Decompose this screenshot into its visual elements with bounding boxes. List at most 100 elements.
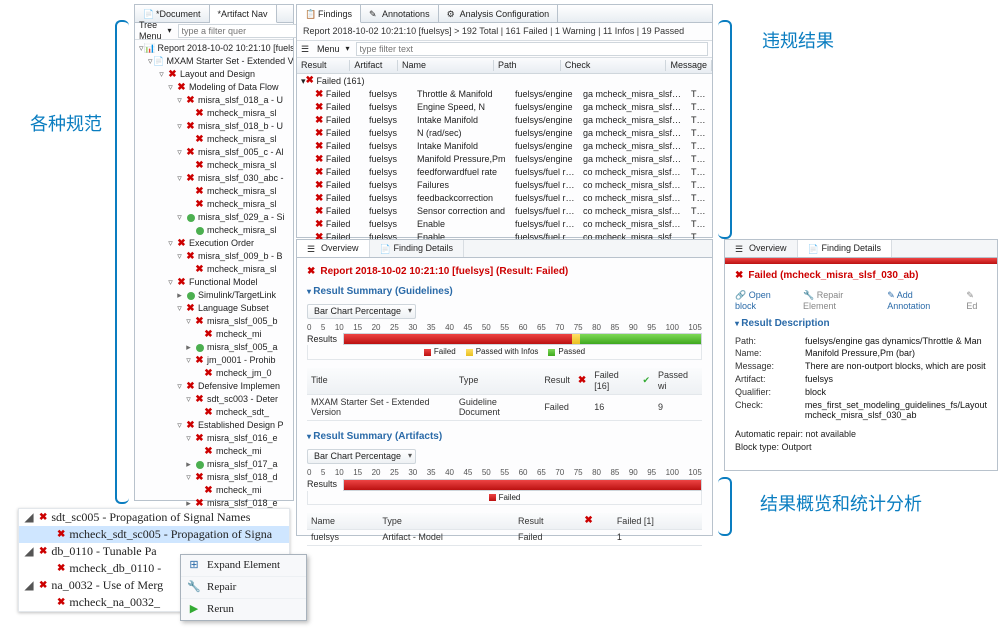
section-result-desc[interactable]: Result Description (735, 318, 987, 330)
finding-row[interactable]: ✖ Failedfuelsysfeedbackcorrectionfuelsys… (297, 192, 712, 205)
tree-item[interactable]: ▸misra_slsf_017_a (135, 458, 293, 471)
tree-item[interactable]: ▿✖Layout and Design (135, 68, 293, 81)
tree-item[interactable]: ▿✖Established Design P (135, 419, 293, 432)
details-icon: 📄 (380, 244, 390, 254)
breadcrumb: Report 2018-10-02 10:21:10 [fuelsys] > 1… (297, 23, 712, 41)
x-icon: ✖ (203, 368, 214, 379)
tree-item[interactable]: ▸misra_slsf_005_a (135, 341, 293, 354)
menu-rerun[interactable]: ▶Rerun (181, 599, 306, 620)
menu-repair[interactable]: 🔧Repair (181, 577, 306, 599)
g-icon (194, 342, 205, 353)
callout-bottom-right: 结果概览和统计分析 (760, 495, 922, 513)
chart-type-dropdown2[interactable]: Bar Chart Percentage (307, 449, 416, 464)
tree-item[interactable]: ▿✖jm_0001 - Prohib (135, 354, 293, 367)
tree-item[interactable]: ▿✖misra_slsf_016_e (135, 432, 293, 445)
findings-filter-input[interactable] (356, 42, 708, 56)
tree-filter-input[interactable] (178, 24, 303, 38)
tree-item[interactable]: ✖mcheck_jm_0 (135, 367, 293, 380)
finding-row[interactable]: ✖ FailedfuelsysN (rad/sec)fuelsys/engine… (297, 127, 712, 140)
tree-item[interactable]: ▿✖misra_slsf_009_b - B (135, 250, 293, 263)
menu-expand[interactable]: ⊞Expand Element (181, 555, 306, 577)
x-icon: ✖ (194, 433, 205, 444)
tree-item[interactable]: ▿✖sdt_sc003 - Deter (135, 393, 293, 406)
zoom-item[interactable]: ◢✖sdt_sc005 - Propagation of Signal Name… (19, 509, 289, 526)
open-block-action[interactable]: 🔗 Open block (735, 290, 793, 312)
group-failed[interactable]: ▾✖ Failed (161) (297, 74, 712, 88)
x-icon: ✖ (185, 251, 196, 262)
x-icon: ✖ (176, 82, 187, 93)
config-icon: ⚙ (447, 9, 457, 19)
x-icon: ✖ (185, 420, 196, 431)
zoom-item[interactable]: ✖mcheck_sdt_sc005 - Propagation of Signa (19, 526, 289, 543)
tree-item[interactable]: ▿✖misra_slsf_018_d (135, 471, 293, 484)
tree-item[interactable]: ✖mcheck_mi (135, 328, 293, 341)
finding-row[interactable]: ✖ FailedfuelsysFailuresfuelsys/fuel rate… (297, 179, 712, 192)
tree-item[interactable]: ✖mcheck_mi (135, 484, 293, 497)
findings-icon: 📋 (305, 9, 315, 19)
tree-item[interactable]: ▿✖misra_slsf_005_b (135, 315, 293, 328)
tree-item[interactable]: ▿✖misra_slsf_005_c - Al (135, 146, 293, 159)
tab-artifact-nav[interactable]: *Artifact Nav (210, 5, 277, 23)
menu-icon[interactable]: ☰ (301, 44, 311, 54)
doc-icon: 📄 (143, 9, 153, 19)
dtab-overview[interactable]: ☰Overview (725, 240, 798, 257)
finding-row[interactable]: ✖ FailedfuelsysEngine Speed, Nfuelsys/en… (297, 101, 712, 114)
x-icon: ✖ (194, 199, 205, 210)
section-guidelines[interactable]: Result Summary (Guidelines) (307, 286, 702, 298)
tree-item[interactable]: ✖mcheck_misra_sl (135, 185, 293, 198)
tree-item[interactable]: ▿misra_slsf_029_a - Si (135, 211, 293, 224)
x-icon: ✖ (735, 270, 743, 282)
finding-row[interactable]: ✖ FailedfuelsysEnablefuelsys/fuel rateco… (297, 218, 712, 231)
tree-item[interactable]: ✖mcheck_misra_sl (135, 133, 293, 146)
tree-item[interactable]: ▿✖Language Subset (135, 302, 293, 315)
tab-analysis-config[interactable]: ⚙Analysis Configuration (439, 5, 559, 22)
subtab-overview[interactable]: ☰Overview (297, 240, 370, 257)
x-icon: ✖ (203, 485, 214, 496)
tab-findings[interactable]: 📋Findings (297, 5, 361, 23)
dtab-finding-details[interactable]: 📄Finding Details (798, 240, 893, 257)
brace-left (115, 20, 129, 504)
chart-type-dropdown[interactable]: Bar Chart Percentage (307, 304, 416, 319)
x-icon: ✖ (194, 316, 205, 327)
tree-item[interactable]: ✖mcheck_misra_sl (135, 107, 293, 120)
tree-item[interactable]: ▿✖misra_slsf_018_b - U (135, 120, 293, 133)
add-annotation-action[interactable]: ✎ Add Annotation (887, 290, 956, 312)
finding-row[interactable]: ✖ FailedfuelsysIntake Manifoldfuelsys/en… (297, 114, 712, 127)
finding-row[interactable]: ✖ FailedfuelsysSensor correction andfuel… (297, 205, 712, 218)
rep-icon: 📊 (145, 43, 156, 54)
finding-row[interactable]: ✖ FailedfuelsysIntake Manifoldfuelsys/en… (297, 140, 712, 153)
tree-item[interactable]: mcheck_misra_sl (135, 224, 293, 237)
tree-item[interactable]: ▿✖Functional Model (135, 276, 293, 289)
tree-item[interactable]: ▿✖Defensive Implemen (135, 380, 293, 393)
tree-item[interactable]: ▿📊Report 2018-10-02 10:21:10 [fuels (135, 42, 293, 55)
tree-item[interactable]: ✖mcheck_mi (135, 445, 293, 458)
tree-item[interactable]: ✖mcheck_misra_sl (135, 159, 293, 172)
edit-action[interactable]: ✎ Ed (966, 290, 987, 312)
details-icon: 📄 (808, 244, 818, 254)
tree-item[interactable]: ▿✖Execution Order (135, 237, 293, 250)
section-artifacts[interactable]: Result Summary (Artifacts) (307, 431, 702, 443)
status-strip (725, 258, 997, 264)
tree-item[interactable]: ✖mcheck_misra_sl (135, 263, 293, 276)
report-title: Report 2018-10-02 10:21:10 [fuelsys] (Re… (320, 266, 568, 278)
legend-guidelines: FailedPassed with InfosPassed (307, 345, 702, 360)
x-icon: ✖ (176, 238, 187, 249)
tab-annotations[interactable]: ✎Annotations (361, 5, 439, 22)
finding-row[interactable]: ✖ Failedfuelsysfeedforwardfuel ratefuels… (297, 166, 712, 179)
finding-row[interactable]: ✖ FailedfuelsysThrottle & Manifoldfuelsy… (297, 88, 712, 101)
finding-row[interactable]: ✖ FailedfuelsysManifold Pressure,Pmfuels… (297, 153, 712, 166)
tree-item[interactable]: ▿✖Modeling of Data Flow (135, 81, 293, 94)
tree-item[interactable]: ▸Simulink/TargetLink (135, 289, 293, 302)
tree-item[interactable]: ▿✖misra_slsf_030_abc - (135, 172, 293, 185)
tree-item[interactable]: ✖mcheck_sdt_ (135, 406, 293, 419)
tree-item[interactable]: ▿✖misra_slsf_018_a - U (135, 94, 293, 107)
repair-element-action[interactable]: 🔧 Repair Element (803, 290, 877, 312)
context-menu: ⊞Expand Element 🔧Repair ▶Rerun (180, 554, 307, 621)
tree-item[interactable]: ▿📄MXAM Starter Set - Extended V (135, 55, 293, 68)
tree-item[interactable]: ✖mcheck_misra_sl (135, 198, 293, 211)
doc-icon: 📄 (154, 56, 165, 67)
subtab-finding-details[interactable]: 📄Finding Details (370, 240, 465, 257)
g-icon (185, 212, 196, 223)
tree-menu-label[interactable]: Tree Menu (139, 20, 162, 42)
x-icon: ✖ (194, 355, 205, 366)
